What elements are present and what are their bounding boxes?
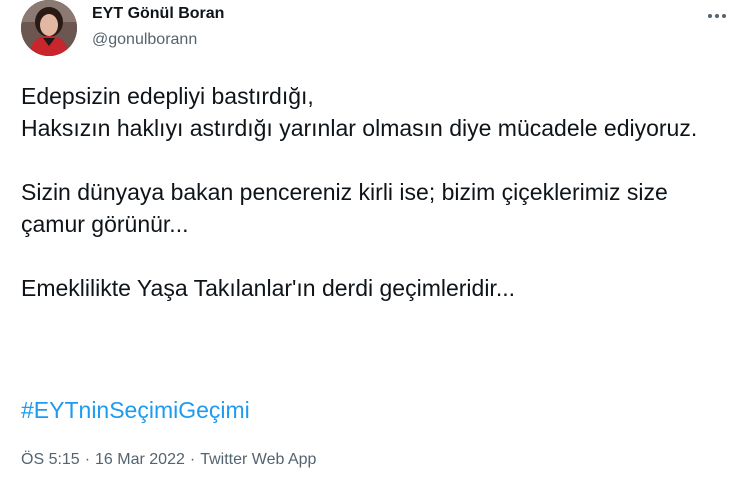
tweet-text: Edepsizin edepliyi bastırdığı, Haksızın … bbox=[21, 80, 736, 304]
tweet-date[interactable]: 16 Mar 2022 bbox=[95, 451, 185, 468]
meta-separator: · bbox=[189, 451, 196, 468]
tweet-meta: ÖS 5:15 · 16 Mar 2022 · Twitter Web App bbox=[21, 450, 316, 470]
hashtag-link[interactable]: #EYTninSeçimiGeçimi bbox=[21, 394, 250, 426]
author-block: EYT Gönül Boran @gonulborann bbox=[92, 4, 224, 50]
tweet-paragraph: Edepsizin edepliyi bastırdığı, Haksızın … bbox=[21, 83, 698, 141]
meta-separator: · bbox=[84, 451, 91, 468]
author-display-name[interactable]: EYT Gönül Boran bbox=[92, 4, 224, 24]
avatar[interactable] bbox=[21, 0, 77, 56]
author-handle[interactable]: @gonulborann bbox=[92, 30, 224, 50]
tweet-time[interactable]: ÖS 5:15 bbox=[21, 451, 80, 468]
tweet-paragraph: Sizin dünyaya bakan pencereniz kirli ise… bbox=[21, 179, 668, 237]
tweet-source[interactable]: Twitter Web App bbox=[200, 451, 316, 468]
more-horizontal-icon bbox=[708, 14, 726, 18]
tweet-card: EYT Gönül Boran @gonulborann Edepsizin e… bbox=[0, 0, 746, 481]
more-options-button[interactable] bbox=[702, 6, 732, 26]
tweet-paragraph: Emeklilikte Yaşa Takılanlar'ın derdi geç… bbox=[21, 275, 515, 301]
avatar-image bbox=[21, 0, 77, 56]
